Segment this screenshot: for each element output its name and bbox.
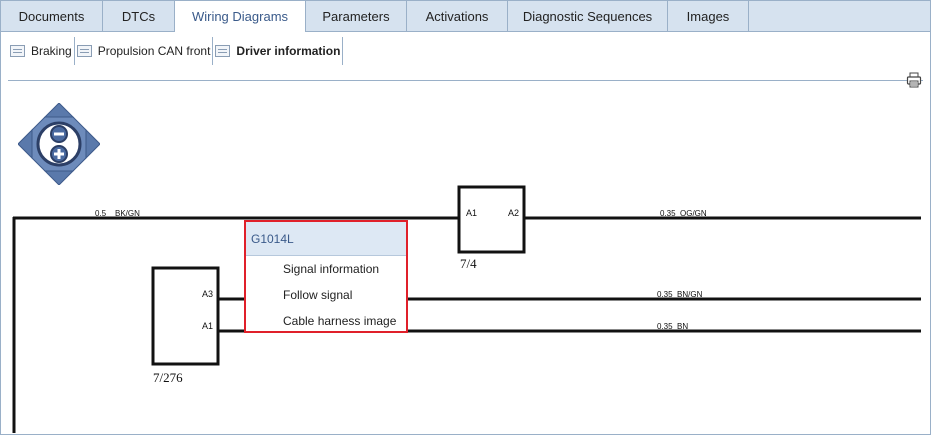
component-b-pin-a1: A1 — [202, 321, 213, 331]
wire-label-bottom: 0.35 BN — [657, 322, 688, 331]
menu-item-signal-information[interactable]: Signal information — [246, 256, 406, 282]
pan-left-arrow — [18, 128, 33, 160]
component-b-pin-a3: A3 — [202, 289, 213, 299]
wire-label-mid: 0.35 BN/GN — [657, 290, 703, 299]
wiring-diagram-canvas[interactable]: A1 A2 7/4 A3 A1 7/276 0.5 BK/GN 0.35 OG/… — [0, 0, 931, 435]
zoom-pan-navigator-icon[interactable] — [18, 103, 100, 185]
component-7-276 — [151, 266, 220, 366]
component-a-pin-a2: A2 — [508, 208, 519, 218]
wire-label-top-right: 0.35 OG/GN — [660, 209, 707, 218]
pan-up-arrow — [43, 103, 75, 118]
context-menu-title: G1014L — [246, 222, 406, 256]
signal-context-menu: G1014L Signal information Follow signal … — [244, 220, 408, 333]
menu-item-cable-harness-image[interactable]: Cable harness image — [246, 308, 406, 334]
component-7-4 — [457, 185, 526, 254]
component-a-label: 7/4 — [460, 256, 477, 271]
pan-right-arrow — [85, 128, 100, 160]
wire-label-top-left: 0.5 BK/GN — [95, 209, 140, 218]
menu-item-follow-signal[interactable]: Follow signal — [246, 282, 406, 308]
component-b-label: 7/276 — [153, 370, 183, 385]
pan-down-arrow — [43, 170, 75, 185]
component-a-pin-a1: A1 — [466, 208, 477, 218]
